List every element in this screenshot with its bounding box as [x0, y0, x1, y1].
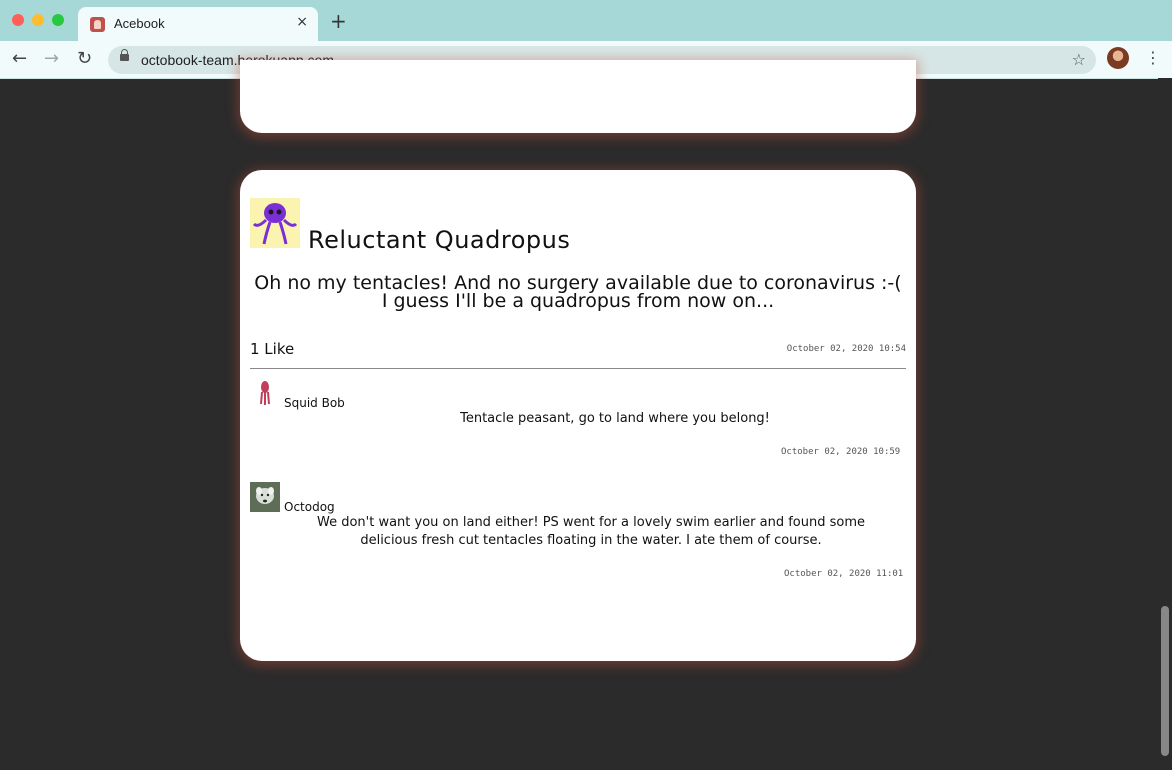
maximize-window-button[interactable] [52, 14, 64, 26]
browser-menu-icon[interactable]: ⋮ [1145, 48, 1161, 68]
comment-timestamp: October 02, 2020 10:59 [781, 447, 901, 457]
post-author-name[interactable]: Reluctant Quadropus [308, 226, 570, 254]
forward-arrow-icon[interactable]: → [44, 49, 59, 69]
close-tab-icon[interactable]: × [296, 14, 308, 30]
post-card: Reluctant Quadropus Oh no my tentacles! … [240, 170, 916, 661]
post-timestamp: October 02, 2020 10:54 [786, 344, 906, 354]
profile-avatar[interactable] [1107, 47, 1129, 69]
bookmark-star-icon[interactable]: ☆ [1072, 50, 1086, 69]
lock-icon [120, 49, 129, 61]
dog-avatar-image [250, 482, 280, 512]
browser-tab[interactable]: Acebook × [78, 7, 318, 41]
tab-title: Acebook [114, 16, 165, 31]
new-tab-button[interactable]: + [330, 11, 347, 31]
comment-author-avatar[interactable] [250, 378, 280, 408]
post-author-avatar[interactable] [250, 198, 300, 248]
comment-timestamp: October 02, 2020 11:01 [784, 569, 904, 579]
divider [250, 368, 906, 369]
comment-body: We don't want you on land either! PS wen… [316, 515, 866, 548]
back-arrow-icon[interactable]: ← [12, 49, 27, 69]
favicon-icon [90, 17, 105, 32]
octopus-avatar-image [250, 198, 300, 248]
previous-post-card [240, 60, 916, 133]
comment-body: Tentacle peasant, go to land where you b… [460, 411, 770, 426]
close-window-button[interactable] [12, 14, 24, 26]
browser-tab-bar: Acebook × + [0, 0, 1172, 41]
scrollbar-thumb[interactable] [1161, 606, 1169, 756]
squid-avatar-image [250, 378, 280, 408]
comment-author-avatar[interactable] [250, 482, 280, 512]
minimize-window-button[interactable] [32, 14, 44, 26]
reload-icon[interactable]: ↻ [77, 49, 92, 69]
comment-author-name[interactable]: Squid Bob [284, 396, 345, 410]
comment-author-name[interactable]: Octodog [284, 500, 335, 514]
like-count[interactable]: 1 Like [250, 340, 294, 358]
post-body: Oh no my tentacles! And no surgery avail… [254, 272, 902, 312]
